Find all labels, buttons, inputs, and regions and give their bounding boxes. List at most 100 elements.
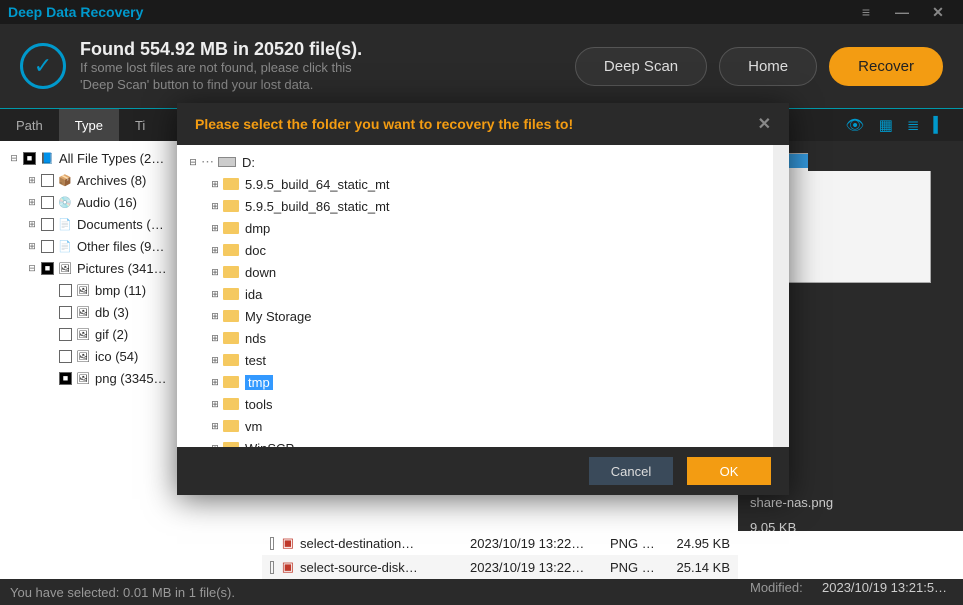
expand-icon[interactable]: ⊞: [209, 223, 221, 234]
folder-row[interactable]: ⊞test: [181, 349, 769, 371]
type-icon: 🖼: [75, 371, 91, 385]
folder-icon: [223, 442, 239, 447]
checkbox[interactable]: ■: [23, 152, 36, 165]
folder-icon: [223, 178, 239, 190]
folder-row[interactable]: ⊞5.9.5_build_86_static_mt: [181, 195, 769, 217]
expand-icon[interactable]: ⊞: [209, 355, 221, 366]
cancel-button[interactable]: Cancel: [589, 457, 673, 485]
expand-icon[interactable]: ⊞: [209, 289, 221, 300]
ok-button[interactable]: OK: [687, 457, 771, 485]
expand-icon[interactable]: ⊞: [26, 197, 38, 208]
expand-icon[interactable]: ⊞: [209, 399, 221, 410]
folder-row[interactable]: ⊞WinSCP: [181, 437, 769, 447]
modal-close-icon[interactable]: ✕: [758, 114, 771, 134]
folder-row[interactable]: ⊞ 5.9.5_build_64_static_mt: [181, 173, 769, 195]
app-title: Deep Data Recovery: [8, 4, 143, 20]
type-icon: 🖼: [75, 283, 91, 297]
checkbox[interactable]: [41, 174, 54, 187]
folder-row[interactable]: ⊞down: [181, 261, 769, 283]
checkbox[interactable]: [59, 306, 72, 319]
expand-icon[interactable]: ⊟: [26, 263, 38, 274]
file-table: ▣select-destination…2023/10/19 13:22…PNG…: [262, 531, 738, 579]
tab-type[interactable]: Type: [59, 109, 119, 141]
folder-icon: [223, 288, 239, 300]
tab-path[interactable]: Path: [0, 109, 59, 141]
expand-icon[interactable]: ⊟: [8, 153, 20, 164]
checkbox[interactable]: [270, 537, 274, 550]
detail-modified-value: 2023/10/19 13:21:5…: [822, 580, 947, 595]
folder-row[interactable]: ⊞ida: [181, 283, 769, 305]
minimize-icon[interactable]: —: [893, 3, 911, 21]
folder-row[interactable]: ⊞vm: [181, 415, 769, 437]
titlebar: Deep Data Recovery ≡ — ✕: [0, 0, 963, 24]
folder-select-modal: Please select the folder you want to rec…: [177, 103, 789, 495]
menu-icon[interactable]: ≡: [857, 3, 875, 21]
expand-icon[interactable]: ⊞: [209, 179, 221, 190]
eye-icon[interactable]: 👁: [846, 116, 865, 134]
file-type: PNG …: [610, 560, 660, 575]
drive-row[interactable]: ⊟⋯D:: [181, 151, 769, 173]
tab-ti[interactable]: Ti: [119, 109, 161, 141]
expand-icon[interactable]: ⊞: [209, 333, 221, 344]
checkbox[interactable]: [41, 240, 54, 253]
sidebar-item-label: All File Types (2…: [59, 151, 164, 166]
folder-row[interactable]: ⊞doc: [181, 239, 769, 261]
folder-icon: [223, 200, 239, 212]
detail-icon[interactable]: ▍: [933, 116, 945, 134]
type-icon: 📄: [57, 239, 73, 253]
checkbox[interactable]: [59, 284, 72, 297]
found-summary: Found 554.92 MB in 20520 file(s).: [80, 39, 575, 60]
folder-icon: [223, 222, 239, 234]
checkbox[interactable]: ■: [59, 372, 72, 385]
modal-body: ⊟⋯D: ⊞ 5.9.5_build_64_static_mt ⊞5.9.5_buil…: [177, 145, 789, 447]
expand-icon[interactable]: ⊞: [26, 175, 38, 186]
home-button[interactable]: Home: [719, 47, 817, 86]
sidebar-item-label: Pictures (341…: [77, 261, 167, 276]
drive-icon: [218, 157, 236, 167]
list-icon[interactable]: ≣: [907, 116, 920, 134]
expand-icon[interactable]: ⊞: [209, 443, 221, 448]
preview-thumb: Open ✕: [771, 153, 931, 283]
expand-icon[interactable]: ⊞: [26, 241, 38, 252]
file-size: 25.14 KB: [660, 560, 730, 575]
checkbox[interactable]: [270, 561, 274, 574]
checkbox[interactable]: [41, 218, 54, 231]
expand-icon[interactable]: ⊞: [209, 377, 221, 388]
sidebar-item-label: Documents (…: [77, 217, 164, 232]
folder-icon: [223, 420, 239, 432]
expand-icon[interactable]: ⊞: [209, 201, 221, 212]
folder-row[interactable]: ⊞nds: [181, 327, 769, 349]
table-row[interactable]: ▣select-destination…2023/10/19 13:22…PNG…: [262, 531, 738, 555]
folder-icon: [223, 310, 239, 322]
checkbox[interactable]: [41, 196, 54, 209]
modal-title: Please select the folder you want to rec…: [195, 116, 573, 132]
expand-icon[interactable]: ⊞: [26, 219, 38, 230]
type-icon: 🖼: [75, 327, 91, 341]
folder-row[interactable]: ⊞ My Storage: [181, 305, 769, 327]
folder-row[interactable]: ⊞tmp: [181, 371, 769, 393]
folder-label: 5.9.5_build_64_static_mt: [245, 177, 390, 192]
window-controls: ≡ — ✕: [857, 3, 955, 21]
sidebar-item-label: db (3): [95, 305, 129, 320]
checkbox[interactable]: ■: [41, 262, 54, 275]
file-date: 2023/10/19 13:22…: [470, 536, 610, 551]
expand-icon[interactable]: ⊟: [187, 157, 199, 168]
recover-button[interactable]: Recover: [829, 47, 943, 86]
file-name: select-destination…: [300, 536, 470, 551]
checkbox[interactable]: [59, 350, 72, 363]
expand-icon[interactable]: ⊞: [209, 245, 221, 256]
file-size: 24.95 KB: [660, 536, 730, 551]
deep-scan-button[interactable]: Deep Scan: [575, 47, 707, 86]
search-input[interactable]: [822, 149, 963, 164]
grid-icon[interactable]: ▦: [879, 116, 893, 134]
expand-icon[interactable]: ⊞: [209, 421, 221, 432]
table-row[interactable]: ▣select-source-disk…2023/10/19 13:22…PNG…: [262, 555, 738, 579]
close-icon[interactable]: ✕: [929, 3, 947, 21]
folder-row[interactable]: ⊞dmp: [181, 217, 769, 239]
expand-icon[interactable]: ⊞: [209, 311, 221, 322]
found-sub1: If some lost files are not found, please…: [80, 60, 575, 77]
folder-label: My Storage: [245, 309, 311, 324]
checkbox[interactable]: [59, 328, 72, 341]
folder-row[interactable]: ⊞tools: [181, 393, 769, 415]
expand-icon[interactable]: ⊞: [209, 267, 221, 278]
